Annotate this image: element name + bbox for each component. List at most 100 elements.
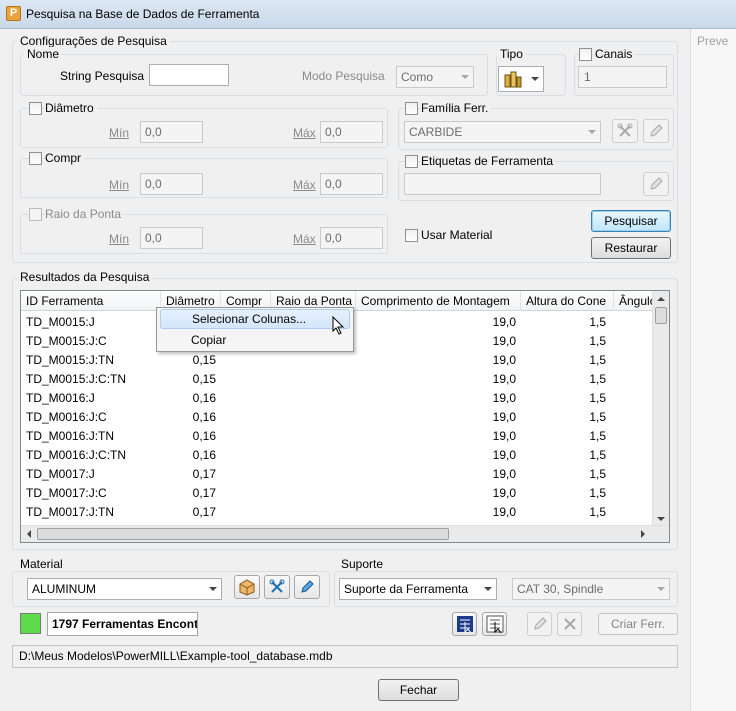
pencil-icon [650,177,663,190]
material-open-button[interactable] [234,575,260,599]
familia-label: Família Ferr. [421,101,492,115]
familia-select[interactable]: CARBIDE [404,121,601,143]
diametro-checkbox[interactable] [29,102,42,115]
compr-max-input[interactable]: 0,0 [320,173,383,195]
tipo-dropdown[interactable] [498,66,544,92]
menu-item-copiar[interactable]: Copiar [160,330,350,350]
modo-select[interactable]: Como [396,66,474,88]
raio-max-label: Máx [293,232,316,246]
select-rows-icon [486,615,503,633]
chevron-down-icon [588,130,596,134]
raio-max-input[interactable]: 0,0 [320,227,383,249]
cell-diametro: 0,17 [192,486,216,500]
horizontal-scrollbar[interactable] [21,525,669,542]
usar-material-label: Usar Material [421,228,493,242]
string-input[interactable] [149,64,229,86]
familia-checkbox[interactable] [405,102,418,115]
table-row[interactable]: TD_M0017:J:TN 0,17 19,0 1,5 [21,503,653,522]
raio-checkbox[interactable] [29,208,42,221]
tool-type-icon [504,71,522,88]
scroll-right-icon [641,530,645,538]
table-row[interactable]: TD_M0017:J:C 0,17 19,0 1,5 [21,484,653,503]
table-row[interactable]: TD_M0016:J 0,16 19,0 1,5 [21,389,653,408]
mouse-cursor-icon [332,316,345,335]
status-indicator [20,613,41,634]
diametro-max-label: Máx [293,126,316,140]
fechar-button[interactable]: Fechar [378,679,459,701]
file-path: D:\Meus Modelos\PowerMILL\Example-tool_d… [12,645,678,668]
raio-label: Raio da Ponta [45,207,125,221]
cell-cone: 1,5 [589,467,606,481]
config-group-label: Configurações de Pesquisa [17,34,170,48]
modo-value: Como [401,70,434,84]
delete-tool-button[interactable] [557,612,582,636]
table-row[interactable]: TD_M0015:J:TN 0,15 19,0 1,5 [21,351,653,370]
cell-id: TD_M0015:J:C [26,334,107,348]
compr-min-input[interactable]: 0,0 [140,173,203,195]
modo-label: Modo Pesquisa [302,69,385,83]
string-label: String Pesquisa [60,69,145,83]
scroll-thumb[interactable] [655,307,667,324]
restaurar-button[interactable]: Restaurar [591,237,671,259]
cell-id: TD_M0017:J:C [26,486,107,500]
canais-checkbox[interactable] [579,48,592,61]
material-edit-button[interactable] [294,575,320,599]
criar-ferr-button[interactable]: Criar Ferr. [598,613,678,635]
etiquetas-input[interactable] [404,173,601,195]
suporte-select[interactable]: Suporte da Ferramenta [339,578,497,600]
spindle-select[interactable]: CAT 30, Spindle [512,578,670,600]
suporte-group-label: Suporte [338,557,387,571]
cell-id: TD_M0015:J [26,315,95,329]
material-value: ALUMINUM [32,582,97,596]
usar-material-checkbox[interactable] [405,229,418,242]
select-all-button[interactable] [452,612,477,636]
raio-min-input[interactable]: 0,0 [140,227,203,249]
table-row[interactable]: TD_M0016:J:C:TN 0,16 19,0 1,5 [21,446,653,465]
menu-item-selecionar-colunas[interactable]: Selecionar Colunas... [160,309,350,329]
tipo-label: Tipo [497,47,526,61]
table-row[interactable]: TD_M0015:J:C:TN 0,15 19,0 1,5 [21,370,653,389]
edit-tool-button[interactable] [527,612,552,636]
table-row[interactable]: TD_M0017:J 0,17 19,0 1,5 [21,465,653,484]
vertical-scrollbar[interactable] [652,291,669,527]
pesquisar-button[interactable]: Pesquisar [591,210,671,232]
cell-montagem: 19,0 [492,353,516,367]
col-montagem[interactable]: Comprimento de Montagem [356,291,521,311]
pencil-icon [533,617,547,630]
etiquetas-edit-button[interactable] [643,172,669,196]
table-row[interactable]: TD_M0016:J:C 0,16 19,0 1,5 [21,408,653,427]
app-icon: P [6,6,21,21]
diametro-max-input[interactable]: 0,0 [320,121,383,143]
canais-input[interactable]: 1 [578,66,667,88]
nome-label: Nome [24,47,63,61]
col-cone[interactable]: Altura do Cone [521,291,614,311]
cell-montagem: 19,0 [492,334,516,348]
familia-clear-button[interactable] [612,119,638,143]
context-menu: Selecionar Colunas... Copiar [156,307,354,352]
table-row[interactable]: TD_M0016:J:TN 0,16 19,0 1,5 [21,427,653,446]
cell-cone: 1,5 [589,505,606,519]
chevron-down-icon [531,77,539,81]
compr-checkbox[interactable] [29,152,42,165]
scissors-icon [269,579,285,593]
diametro-min-input[interactable]: 0,0 [140,121,203,143]
chevron-down-icon [461,75,469,79]
cell-montagem: 19,0 [492,448,516,462]
cell-montagem: 19,0 [492,410,516,424]
familia-edit-button[interactable] [643,119,669,143]
chevron-down-icon [484,587,492,591]
etiquetas-checkbox[interactable] [405,155,418,168]
material-clear-button[interactable] [264,575,290,599]
select-none-button[interactable] [482,612,507,636]
material-select[interactable]: ALUMINUM [27,578,222,600]
col-angulo[interactable]: Ângulo [614,291,654,311]
material-group-label: Material [17,557,66,571]
cell-montagem: 19,0 [492,505,516,519]
cell-id: TD_M0017:J [26,467,95,481]
compr-max-label: Máx [293,178,316,192]
scissors-icon [617,123,633,137]
cell-diametro: 0,16 [192,429,216,443]
cell-cone: 1,5 [589,372,606,386]
hscroll-thumb[interactable] [37,528,449,540]
col-id[interactable]: ID Ferramenta [21,291,161,311]
